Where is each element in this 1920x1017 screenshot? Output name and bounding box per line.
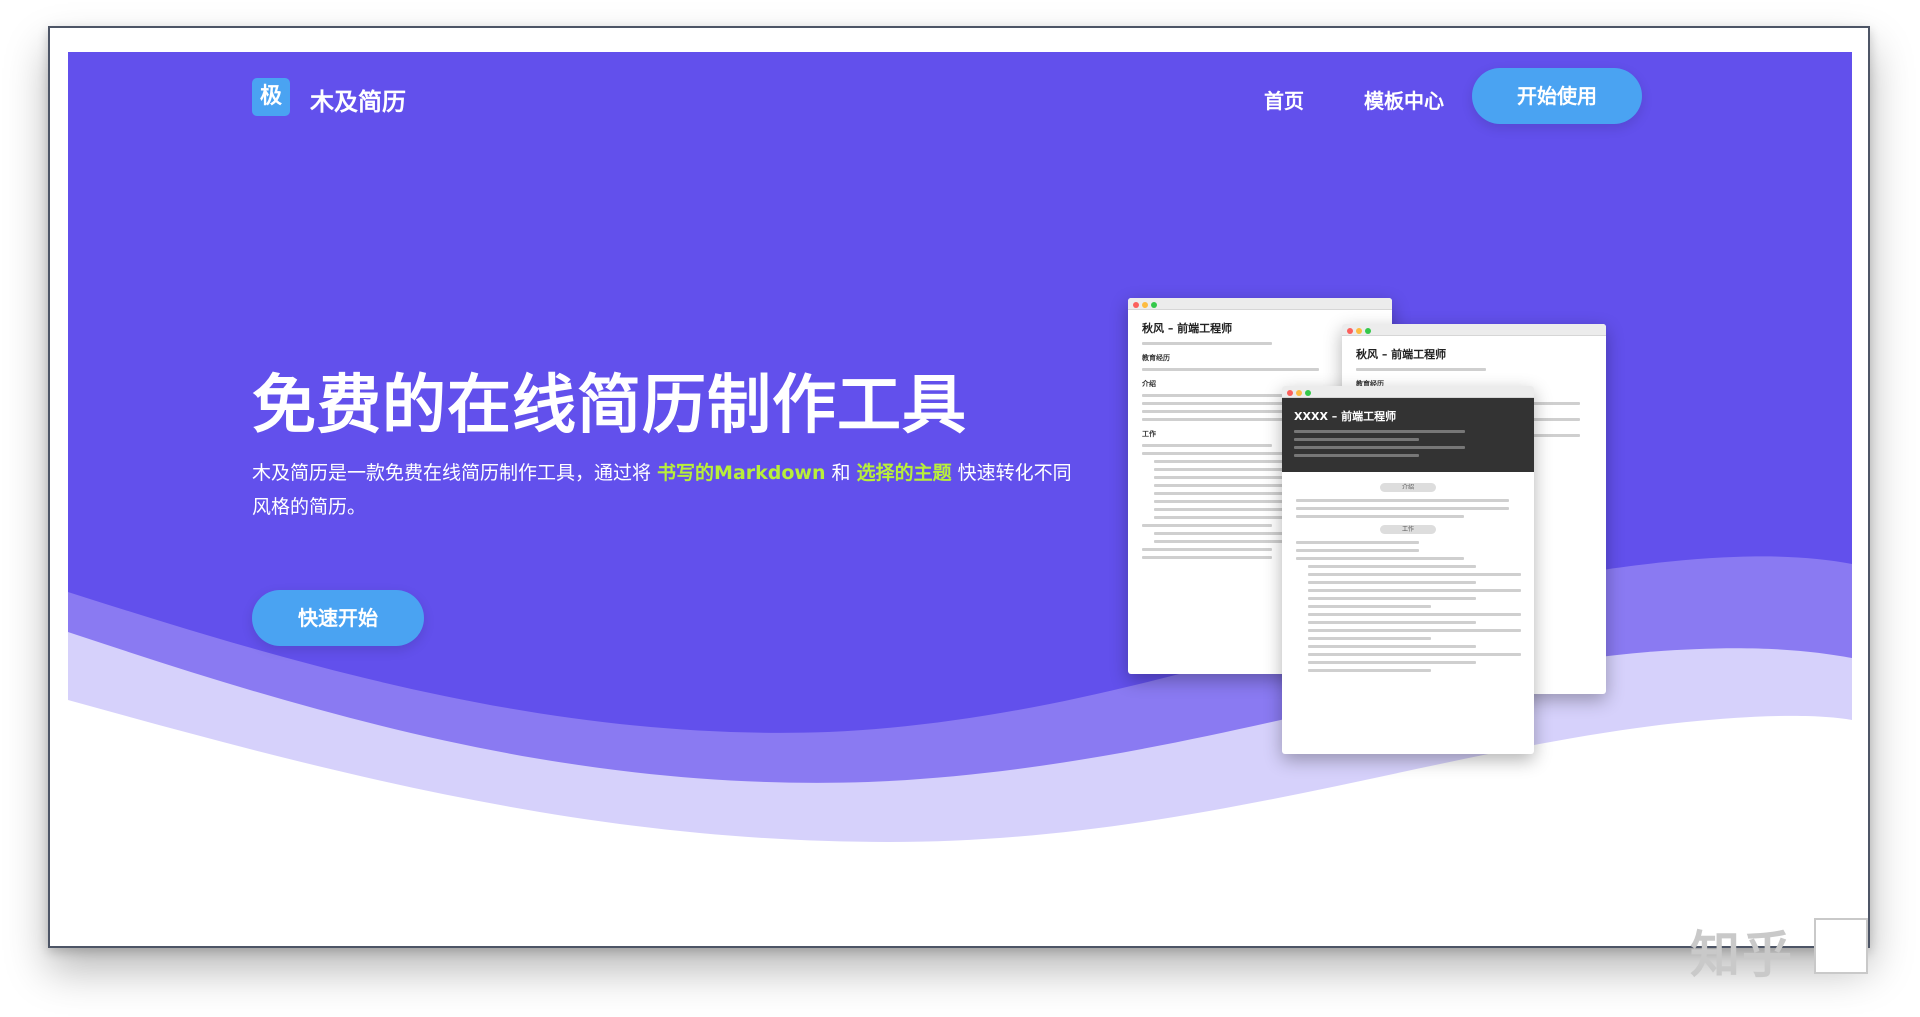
window-titlebar [1342, 324, 1606, 336]
resume-preview-3: XXXX – 前端工程师 介绍 工作 [1282, 386, 1534, 754]
window-controls [1347, 327, 1374, 339]
window-titlebar [1128, 298, 1392, 310]
resume-header: XXXX – 前端工程师 [1282, 398, 1534, 472]
section-pill: 介绍 [1380, 483, 1436, 492]
zhihu-watermark: 知乎 [1690, 926, 1794, 984]
nav-home-link[interactable]: 首页 [1264, 85, 1304, 114]
window-controls [1287, 389, 1314, 401]
logo-icon[interactable]: 极 [252, 78, 290, 116]
landing-page: 极 木及简历 首页 模板中心 开始使用 免费的在线简历制作工具 木及简历是一款免… [68, 52, 1852, 946]
desc-mid: 和 [825, 462, 857, 484]
hero-title: 免费的在线简历制作工具 [252, 369, 967, 443]
quick-start-button[interactable]: 快速开始 [252, 590, 424, 646]
hero-description: 木及简历是一款免费在线简历制作工具，通过将 书写的Markdown 和 选择的主… [252, 456, 1072, 524]
resume-name: XXXX – 前端工程师 [1294, 410, 1397, 423]
brand-name[interactable]: 木及简历 [310, 82, 406, 117]
screenshot-frame: 极 木及简历 首页 模板中心 开始使用 免费的在线简历制作工具 木及简历是一款免… [48, 26, 1870, 948]
start-using-button[interactable]: 开始使用 [1472, 68, 1642, 124]
highlight-markdown: 书写的Markdown [657, 462, 826, 484]
highlight-theme: 选择的主题 [856, 462, 952, 484]
watermark-badge [1814, 918, 1868, 974]
window-titlebar [1282, 386, 1534, 398]
window-controls [1133, 301, 1160, 313]
desc-prefix: 木及简历是一款免费在线简历制作工具，通过将 [252, 462, 658, 484]
nav-templates-link[interactable]: 模板中心 [1364, 85, 1444, 114]
section-pill: 工作 [1380, 525, 1436, 534]
resume-name: 秋风 – 前端工程师 [1356, 348, 1447, 361]
